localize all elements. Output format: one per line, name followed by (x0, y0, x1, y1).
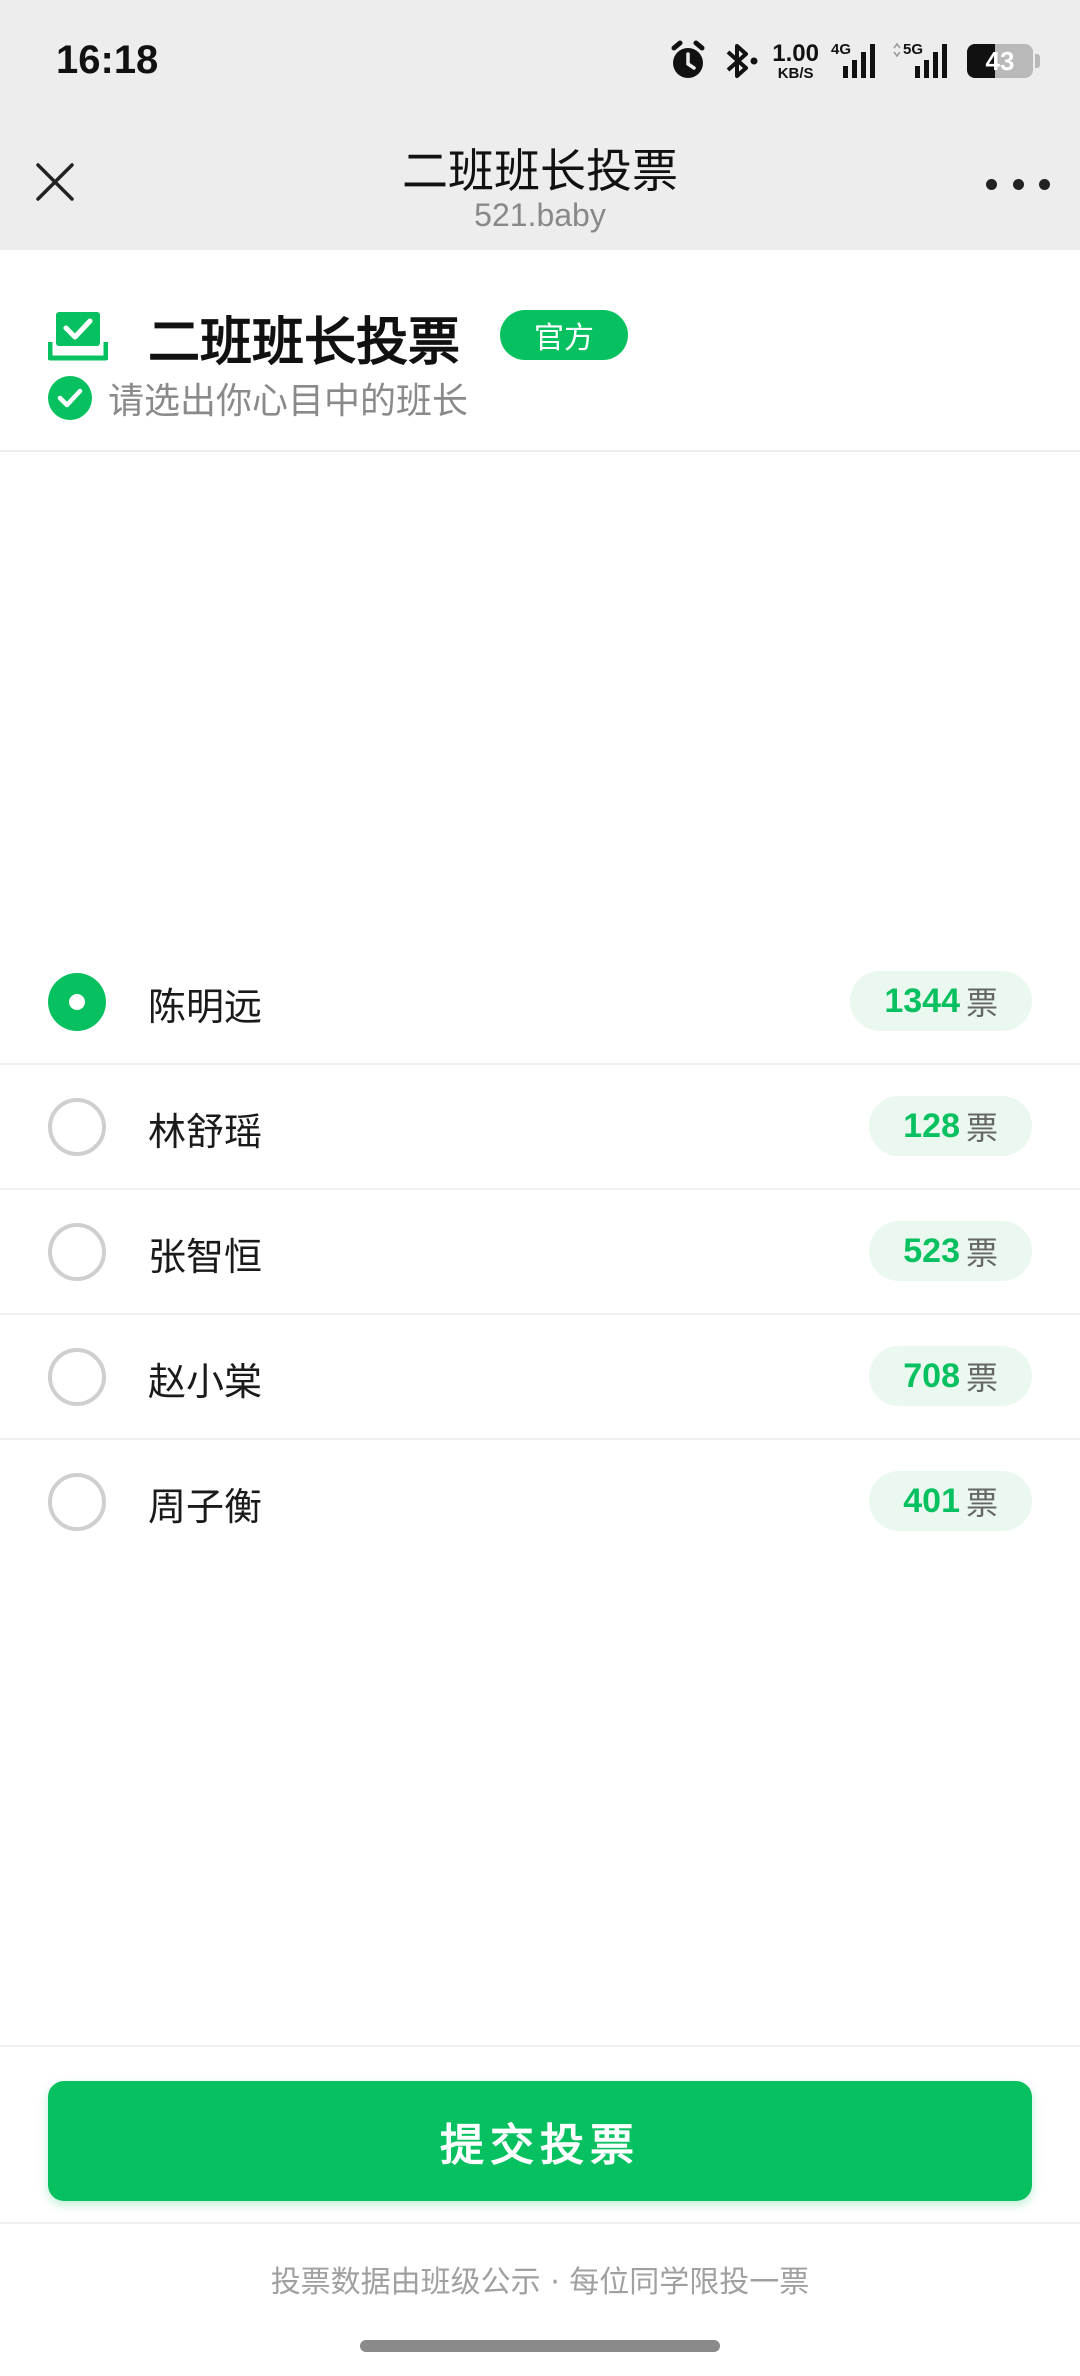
ballot-box-icon (48, 312, 108, 361)
candidate-row[interactable]: 林舒瑶 128 票 (0, 1065, 1080, 1190)
candidate-row[interactable]: 陈明远 1344 票 (0, 940, 1080, 1065)
more-dot-icon (1012, 178, 1024, 190)
more-dot-icon (986, 178, 997, 190)
vote-unit: 票 (965, 1484, 998, 1522)
signal-5g-icon: 5G (893, 41, 947, 78)
radio-unselected[interactable] (48, 1473, 106, 1531)
vote-count: 1344 (884, 981, 960, 1020)
vote-unit: 票 (965, 1109, 998, 1147)
net-speed-unit: KB/S (777, 64, 814, 82)
vote-unit: 票 (965, 1359, 998, 1397)
vote-count: 128 (903, 1106, 960, 1145)
official-badge: 官方 (500, 310, 628, 360)
battery-icon: 43 (967, 44, 1033, 78)
net-speed: 1.00 KB/S (772, 39, 819, 82)
candidate-name: 赵小棠 (148, 1360, 263, 1404)
title-bar: 二班班长投票 521.baby (0, 125, 1080, 250)
candidate-row[interactable]: 周子衡 401 票 (0, 1440, 1080, 1565)
net-speed-value: 1.00 (772, 39, 819, 67)
battery-tip (1035, 54, 1040, 68)
footer-divider (0, 2222, 1080, 2224)
vote-header: 二班班长投票 官方 请选出你心目中的班长 (0, 250, 1080, 452)
candidate-name: 陈明远 (148, 985, 263, 1029)
home-indicator[interactable] (360, 2340, 720, 2352)
signal-5g-label: 5G (903, 41, 923, 58)
radio-unselected[interactable] (48, 1098, 106, 1156)
signal-4g-label: 4G (831, 41, 851, 58)
vote-count-badge: 523 票 (869, 1221, 1032, 1281)
more-button[interactable] (986, 169, 1050, 199)
vote-title: 二班班长投票 (148, 313, 461, 373)
footer-note: 投票数据由班级公示 · 每位同学限投一票 (270, 2265, 810, 2300)
candidate-name: 林舒瑶 (148, 1110, 263, 1154)
submit-vote-button[interactable]: 提交投票 (48, 2081, 1032, 2201)
vote-count-badge: 1344 票 (850, 971, 1032, 1031)
vote-unit: 票 (965, 1234, 998, 1272)
vote-count: 401 (903, 1481, 960, 1520)
vote-unit: 票 (965, 984, 998, 1022)
vote-subtitle: 请选出你心目中的班长 (108, 381, 469, 422)
radio-unselected[interactable] (48, 1348, 106, 1406)
more-dot-icon (1039, 178, 1050, 190)
status-bar: 16:18 1.00 KB/S 4G 5G 43 (0, 0, 1080, 125)
vote-count: 708 (903, 1356, 960, 1395)
candidate-list: 陈明远 1344 票 林舒瑶 128 票 张智恒 523 票 赵小棠 708 票… (0, 940, 1080, 1565)
status-icons: 1.00 KB/S 4G 5G 43 (668, 36, 1040, 86)
check-circle-icon (48, 376, 92, 420)
candidate-name: 周子衡 (148, 1485, 263, 1529)
vote-count-badge: 128 票 (869, 1096, 1032, 1156)
battery-level: 43 (985, 45, 1015, 76)
radio-selected[interactable] (48, 973, 106, 1031)
bluetooth-icon (726, 44, 758, 78)
radio-unselected[interactable] (48, 1223, 106, 1281)
page-domain: 521.baby (474, 197, 606, 233)
candidate-row[interactable]: 张智恒 523 票 (0, 1190, 1080, 1315)
alarm-icon (671, 40, 705, 78)
bottom-bar: 提交投票 投票数据由班级公示 · 每位同学限投一票 (0, 2045, 1080, 2376)
signal-4g-icon: 4G (831, 41, 875, 78)
candidate-name: 张智恒 (148, 1235, 263, 1279)
page-title: 二班班长投票 (402, 144, 678, 198)
vote-count-badge: 708 票 (869, 1346, 1032, 1406)
status-time: 16:18 (56, 38, 159, 82)
vote-count-badge: 401 票 (869, 1471, 1032, 1531)
candidate-row[interactable]: 赵小棠 708 票 (0, 1315, 1080, 1440)
vote-count: 523 (903, 1231, 960, 1270)
